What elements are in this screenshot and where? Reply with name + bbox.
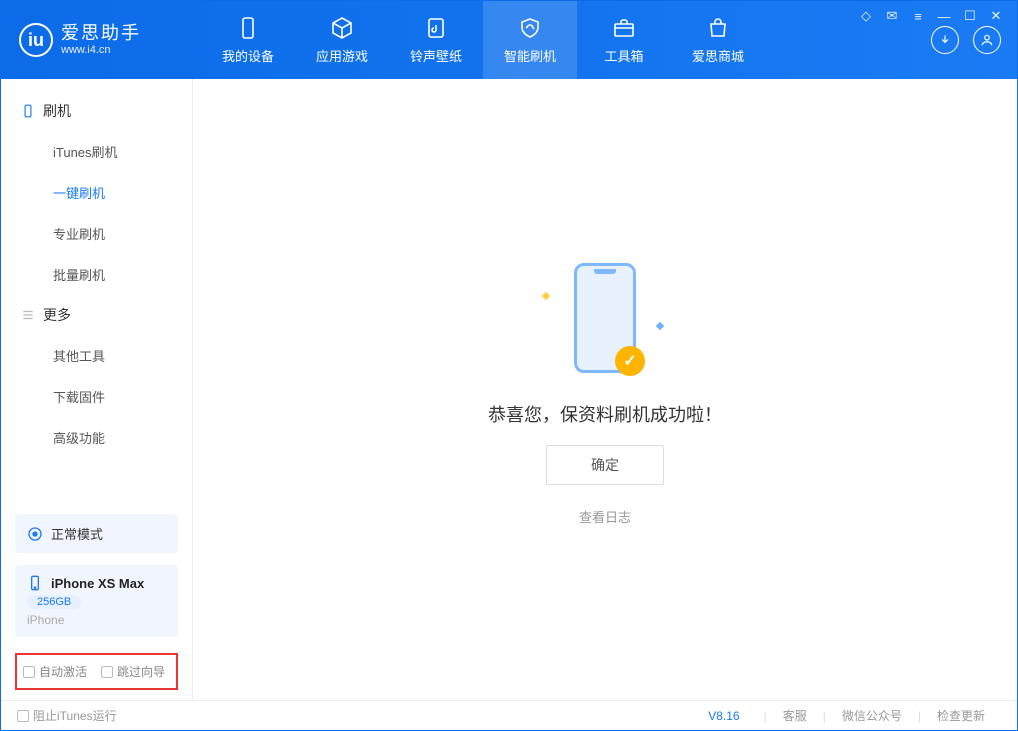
maximize-button[interactable]: ☐ <box>962 8 978 24</box>
tab-label: 铃声壁纸 <box>410 46 462 65</box>
sidebar-item-firmware[interactable]: 下载固件 <box>1 376 192 417</box>
status-bar: 阻止iTunes运行 V8.16 | 客服 | 微信公众号 | 检查更新 <box>1 700 1017 730</box>
ok-button[interactable]: 确定 <box>546 445 664 485</box>
sidebar-item-advanced[interactable]: 高级功能 <box>1 417 192 458</box>
header-right: ◇ ✉ ≡ — ☐ ✕ <box>931 26 1017 54</box>
checkbox-label: 阻止iTunes运行 <box>33 707 117 724</box>
list-icon <box>21 308 35 322</box>
footer-link-wechat[interactable]: 微信公众号 <box>842 707 902 724</box>
mode-card[interactable]: 正常模式 <box>15 514 178 553</box>
brand-logo-icon: iu <box>19 23 53 57</box>
footer-link-update[interactable]: 检查更新 <box>937 707 985 724</box>
tab-toolbox[interactable]: 工具箱 <box>577 1 671 79</box>
view-log-link[interactable]: 查看日志 <box>579 507 631 526</box>
close-button[interactable]: ✕ <box>988 8 1004 24</box>
checkbox-label: 跳过向导 <box>117 663 165 680</box>
tab-label: 工具箱 <box>604 46 643 65</box>
main-content: ✓ 恭喜您，保资料刷机成功啦！ 确定 查看日志 <box>193 79 1017 700</box>
tab-app-game[interactable]: 应用游戏 <box>295 1 389 79</box>
device-name: iPhone XS Max <box>51 576 144 591</box>
sidebar-item-batch-flash[interactable]: 批量刷机 <box>1 254 192 295</box>
tab-my-device[interactable]: 我的设备 <box>201 1 295 79</box>
cube-icon <box>330 16 354 40</box>
tab-label: 应用游戏 <box>316 46 368 65</box>
brand-subtitle: www.i4.cn <box>61 44 141 56</box>
device-icon <box>27 575 43 591</box>
footer-link-support[interactable]: 客服 <box>783 707 807 724</box>
checkbox-icon <box>101 666 113 678</box>
sidebar-item-pro-flash[interactable]: 专业刷机 <box>1 213 192 254</box>
sparkle-icon <box>656 322 664 330</box>
toolbox-icon <box>612 16 636 40</box>
sidebar-item-other-tools[interactable]: 其他工具 <box>1 335 192 376</box>
checkbox-auto-activate[interactable]: 自动激活 <box>23 663 87 680</box>
options-highlight-box: 自动激活 跳过向导 <box>15 653 178 690</box>
user-icon <box>980 33 994 47</box>
sidebar-section-more: 更多 <box>1 295 192 335</box>
sidebar-item-oneclick-flash[interactable]: 一键刷机 <box>1 172 192 213</box>
tab-smart-flash[interactable]: 智能刷机 <box>483 1 577 79</box>
music-file-icon <box>424 16 448 40</box>
device-storage-badge: 256GB <box>27 595 81 609</box>
tab-label: 我的设备 <box>222 46 274 65</box>
phone-icon <box>236 16 260 40</box>
refresh-shield-icon <box>518 16 542 40</box>
tab-ringtone[interactable]: 铃声壁纸 <box>389 1 483 79</box>
sidebar-section-flash: 刷机 <box>1 91 192 131</box>
menu-icon[interactable]: ≡ <box>910 8 926 24</box>
phone-small-icon <box>21 104 35 118</box>
checkbox-skip-guide[interactable]: 跳过向导 <box>101 663 165 680</box>
nav-tabs: 我的设备 应用游戏 铃声壁纸 智能刷机 工具箱 爱思商城 <box>201 1 765 79</box>
brand-block: iu 爱思助手 www.i4.cn <box>1 23 201 57</box>
section-label: 更多 <box>43 305 71 325</box>
success-text: 恭喜您，保资料刷机成功啦！ <box>488 401 722 427</box>
mode-icon <box>27 526 43 542</box>
checkbox-icon <box>23 666 35 678</box>
check-badge-icon: ✓ <box>615 346 645 376</box>
device-type: iPhone <box>27 613 64 627</box>
sidebar: 刷机 iTunes刷机 一键刷机 专业刷机 批量刷机 更多 其他工具 下载固件 … <box>1 79 193 700</box>
mode-label: 正常模式 <box>51 524 103 543</box>
version-label: V8.16 <box>708 709 739 723</box>
tab-label: 智能刷机 <box>504 46 556 65</box>
feedback-icon[interactable]: ✉ <box>884 8 900 24</box>
device-card[interactable]: iPhone XS Max 256GB iPhone <box>15 565 178 637</box>
checkbox-block-itunes[interactable]: 阻止iTunes运行 <box>17 707 117 724</box>
phone-outline-icon: ✓ <box>574 263 636 373</box>
shirt-icon[interactable]: ◇ <box>858 8 874 24</box>
minimize-button[interactable]: — <box>936 8 952 24</box>
bag-icon <box>706 16 730 40</box>
checkbox-icon <box>17 710 29 722</box>
tab-store[interactable]: 爱思商城 <box>671 1 765 79</box>
app-header: iu 爱思助手 www.i4.cn 我的设备 应用游戏 铃声壁纸 智能刷机 工具… <box>1 1 1017 79</box>
download-button[interactable] <box>931 26 959 54</box>
checkbox-label: 自动激活 <box>39 663 87 680</box>
sparkle-icon <box>542 292 550 300</box>
brand-title: 爱思助手 <box>61 24 141 44</box>
window-controls: ◇ ✉ ≡ — ☐ ✕ <box>858 8 1004 24</box>
sidebar-item-itunes-flash[interactable]: iTunes刷机 <box>1 131 192 172</box>
section-label: 刷机 <box>43 101 71 121</box>
success-illustration: ✓ <box>525 253 685 383</box>
download-icon <box>938 33 952 47</box>
tab-label: 爱思商城 <box>692 46 744 65</box>
account-button[interactable] <box>973 26 1001 54</box>
